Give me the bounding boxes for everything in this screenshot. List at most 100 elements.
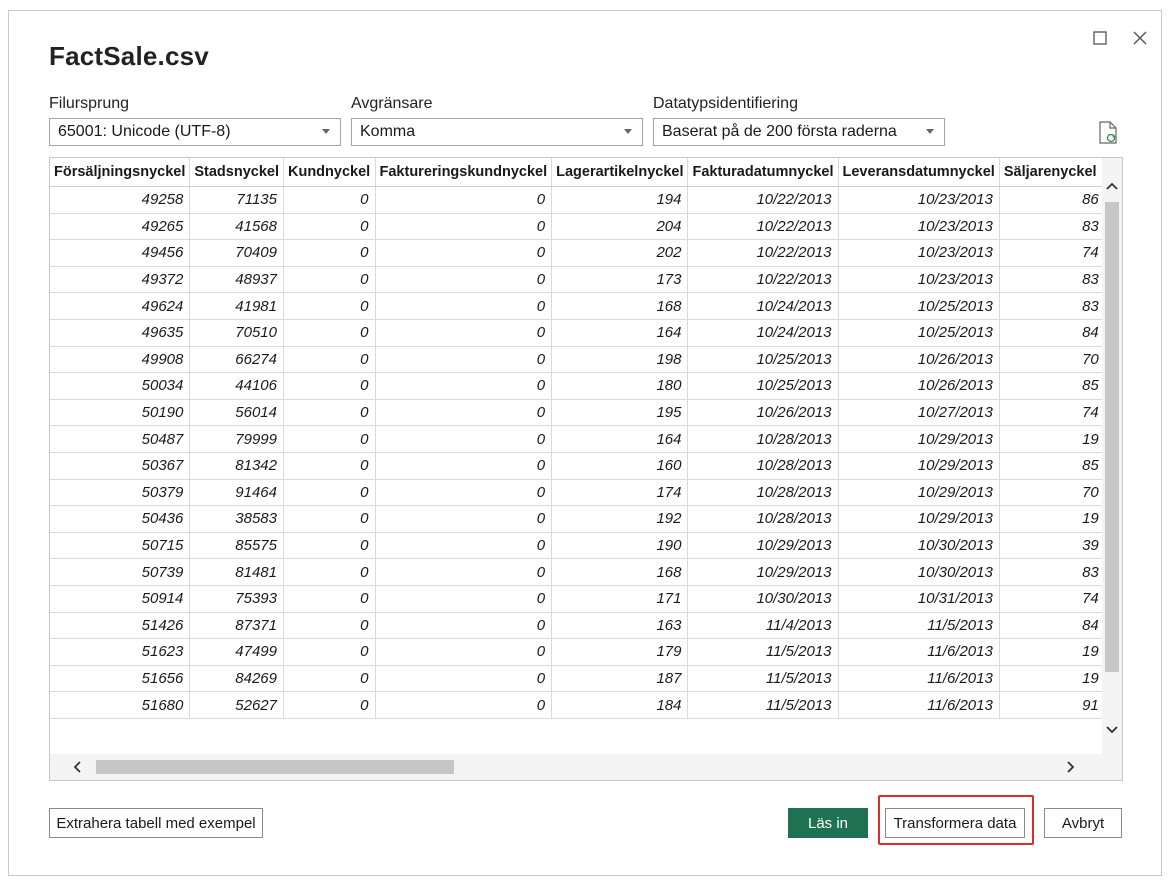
table-cell: 49908 (50, 346, 191, 374)
datatype-detection-select[interactable]: Baserat på de 200 första raderna (653, 118, 945, 146)
scroll-down-icon[interactable] (1102, 720, 1122, 740)
table-row: 49635 70510 0 0 164 10/24/2013 10/25/2013 84 (50, 319, 1122, 347)
table-cell: 10/22/2013 (687, 239, 839, 267)
close-button[interactable] (1127, 25, 1153, 51)
transform-highlight-box (878, 795, 1034, 845)
table-cell: 0 (283, 585, 376, 613)
file-origin-select[interactable]: 65001: Unicode (UTF-8) (49, 118, 341, 146)
column-header[interactable]: Försäljningsnyckel (50, 158, 191, 187)
table-cell: 10/28/2013 (687, 479, 839, 507)
table-cell: 0 (375, 239, 553, 267)
table-cell: 87371 (189, 612, 284, 640)
table-cell: 10/29/2013 (687, 532, 839, 560)
table-cell: 56014 (189, 399, 284, 427)
table-cell: 19 (999, 425, 1106, 453)
table-cell: 50739 (50, 558, 191, 586)
column-header[interactable]: Stadsnyckel (189, 158, 284, 187)
table-cell: 74 (999, 585, 1106, 613)
table-row: 50914 75393 0 0 171 10/30/2013 10/31/2013 74 (50, 585, 1122, 613)
delimiter-select[interactable]: Komma (351, 118, 643, 146)
table-cell: 41568 (189, 213, 284, 241)
table-cell: 10/26/2013 (838, 346, 1000, 374)
table-row: 49624 41981 0 0 168 10/24/2013 10/25/2013 83 (50, 292, 1122, 320)
table-row: 50436 38583 0 0 192 10/28/2013 10/29/2013 19 (50, 505, 1122, 533)
file-origin-value: 65001: Unicode (UTF-8) (58, 123, 231, 140)
table-cell: 0 (375, 319, 553, 347)
scroll-left-icon[interactable] (64, 754, 90, 780)
maximize-button[interactable] (1087, 25, 1113, 51)
table-cell: 10/30/2013 (687, 585, 839, 613)
table-cell: 192 (551, 505, 689, 533)
table-cell: 10/27/2013 (838, 399, 1000, 427)
extract-table-button[interactable]: Extrahera tabell med exempel (49, 808, 263, 838)
table-cell: 10/23/2013 (838, 213, 1000, 241)
table-cell: 11/5/2013 (687, 691, 839, 719)
table-cell: 0 (283, 346, 376, 374)
table-cell: 0 (283, 479, 376, 507)
table-cell: 10/22/2013 (687, 266, 839, 294)
table-cell: 52627 (189, 691, 284, 719)
horizontal-scroll-thumb[interactable] (96, 760, 454, 774)
column-header[interactable]: Leveransdatumnyckel (838, 158, 1000, 187)
table-cell: 0 (283, 292, 376, 320)
vertical-scroll-thumb[interactable] (1105, 202, 1119, 672)
table-row: 50379 91464 0 0 174 10/28/2013 10/29/2013 70 (50, 479, 1122, 507)
table-cell: 10/28/2013 (687, 425, 839, 453)
table-cell: 180 (551, 372, 689, 400)
column-header[interactable]: Lagerartikelnyckel (551, 158, 689, 187)
chevron-down-icon (624, 129, 632, 134)
table-cell: 10/24/2013 (687, 292, 839, 320)
data-preview-table: Försäljningsnyckel Stadsnyckel Kundnyckel F… (50, 158, 1122, 719)
column-header[interactable]: Faktureringskundnyckel (375, 158, 553, 187)
table-cell: 0 (283, 425, 376, 453)
table-cell: 0 (375, 186, 553, 214)
column-header[interactable]: Kundnyckel (283, 158, 376, 187)
table-row: 50190 56014 0 0 195 10/26/2013 10/27/2013 74 (50, 399, 1122, 427)
table-cell: 51426 (50, 612, 191, 640)
table-row: 51426 87371 0 0 163 11/4/2013 11/5/2013 84 (50, 612, 1122, 640)
table-cell: 10/22/2013 (687, 213, 839, 241)
table-row: 51623 47499 0 0 179 11/5/2013 11/6/2013 19 (50, 638, 1122, 666)
horizontal-scrollbar[interactable] (50, 754, 1102, 780)
table-cell: 48937 (189, 266, 284, 294)
table-row: 50367 81342 0 0 160 10/28/2013 10/29/2013 85 (50, 452, 1122, 480)
table-cell: 0 (375, 213, 553, 241)
table-cell: 66274 (189, 346, 284, 374)
table-cell: 10/29/2013 (838, 479, 1000, 507)
table-cell: 10/29/2013 (838, 425, 1000, 453)
column-header[interactable]: Fakturadatumnyckel (687, 158, 839, 187)
table-cell: 70409 (189, 239, 284, 267)
table-cell: 0 (283, 186, 376, 214)
table-cell: 11/6/2013 (838, 638, 1000, 666)
table-cell: 49372 (50, 266, 191, 294)
table-cell: 0 (283, 638, 376, 666)
table-cell: 0 (375, 452, 553, 480)
table-cell: 49258 (50, 186, 191, 214)
table-cell: 168 (551, 558, 689, 586)
table-cell: 85 (999, 372, 1106, 400)
table-cell: 190 (551, 532, 689, 560)
table-cell: 10/28/2013 (687, 505, 839, 533)
table-cell: 84 (999, 319, 1106, 347)
file-origin-label: Filursprung (49, 95, 130, 112)
scroll-up-icon[interactable] (1102, 176, 1122, 196)
table-cell: 187 (551, 665, 689, 693)
table-row: 50739 81481 0 0 168 10/29/2013 10/30/2013 83 (50, 558, 1122, 586)
table-cell: 0 (283, 691, 376, 719)
vertical-scrollbar[interactable] (1102, 158, 1122, 754)
delimiter-value: Komma (360, 123, 416, 140)
table-row: 51656 84269 0 0 187 11/5/2013 11/6/2013 19 (50, 665, 1122, 693)
table-cell: 0 (375, 558, 553, 586)
table-cell: 184 (551, 691, 689, 719)
scroll-right-icon[interactable] (1058, 754, 1084, 780)
table-cell: 0 (375, 266, 553, 294)
table-cell: 164 (551, 425, 689, 453)
column-header[interactable]: Säljarenyckel (999, 158, 1106, 187)
table-cell: 50715 (50, 532, 191, 560)
table-cell: 0 (283, 452, 376, 480)
table-cell: 0 (375, 399, 553, 427)
table-cell: 0 (283, 319, 376, 347)
load-button[interactable]: Läs in (788, 808, 868, 838)
file-refresh-icon[interactable] (1097, 121, 1119, 145)
cancel-button[interactable]: Avbryt (1044, 808, 1122, 838)
